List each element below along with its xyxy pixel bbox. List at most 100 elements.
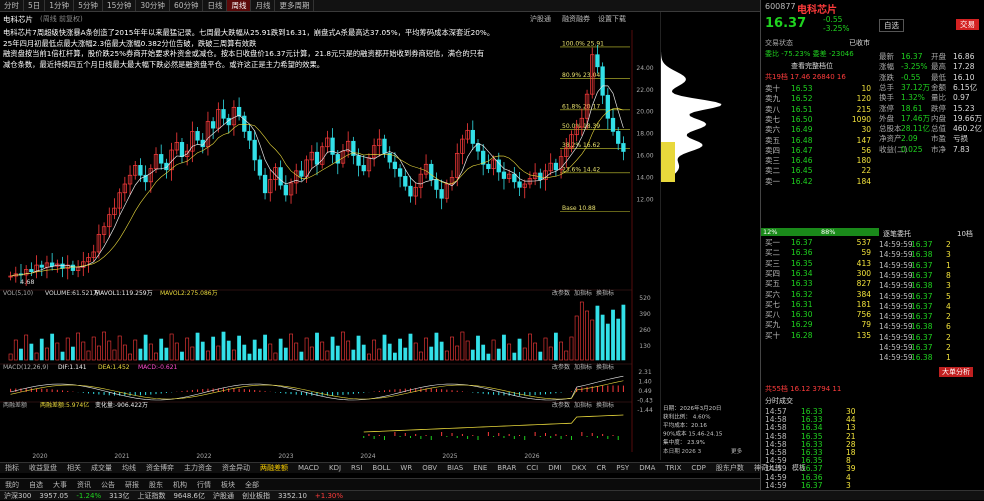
candle-body [403, 175, 408, 187]
volume-bar [585, 310, 589, 361]
volume-bar [86, 350, 91, 361]
period-tab-7[interactable]: 日线 [203, 0, 228, 11]
buy-level-price: 16.28 [791, 330, 813, 340]
info-tab-2[interactable]: 大事 [48, 479, 72, 490]
indicator-tab-0[interactable]: 指标 [0, 463, 24, 473]
period-tab-0[interactable]: 分时 [0, 0, 24, 11]
period-tab-2[interactable]: 1分钟 [45, 0, 75, 11]
candle-body [382, 138, 387, 154]
chart-mode-label: (周线 前复权) [40, 15, 83, 23]
buy-pct: 88% [821, 228, 836, 236]
indicator-tab-9[interactable]: MACD [293, 463, 324, 473]
period-tab-6[interactable]: 60分钟 [170, 0, 204, 11]
indicator-tab-10[interactable]: KDJ [324, 463, 346, 473]
stock-name-label: 电科芯片 [3, 15, 33, 24]
indicator-tab-26[interactable]: 股东户数 [711, 463, 749, 473]
info-tab-6[interactable]: 股东 [144, 479, 168, 490]
candle-body [553, 162, 559, 171]
indicator-tab-18[interactable]: CCI [521, 463, 543, 473]
candle-body [179, 142, 185, 157]
info-tab-9[interactable]: 板块 [216, 479, 240, 490]
indicator-tab-5[interactable]: 资金博弈 [141, 463, 179, 473]
period-tab-1[interactable]: 5日 [24, 0, 46, 11]
sell-level-label: 卖七 [765, 114, 780, 124]
indicator-tab-23[interactable]: DMA [634, 463, 660, 473]
tick-time: 14:59:59 [879, 301, 913, 311]
big-order-tab[interactable]: 大单分析 [939, 367, 973, 377]
panel-btn-1-0[interactable]: 改参数 [552, 363, 570, 371]
chart-area[interactable]: 100.0% 25.91 80.9% 23.04 61.8% 20.17 50.0% … [0, 12, 660, 460]
indicator-tab-1[interactable]: 收益复盘 [24, 463, 62, 473]
indicator-tab-16[interactable]: ENE [468, 463, 492, 473]
indicator-tab-24[interactable]: TRIX [660, 463, 686, 473]
indicator-tab-3[interactable]: 成交量 [86, 463, 117, 473]
info-tab-10[interactable]: 全部 [240, 479, 264, 490]
period-tab-4[interactable]: 15分钟 [103, 0, 137, 11]
indicator-tab-14[interactable]: OBV [417, 463, 442, 473]
indicator-tab-20[interactable]: DKX [567, 463, 592, 473]
panel-btn-0-1[interactable]: 加指标 [574, 289, 592, 297]
chip-info-1: 获利比例： 4.60% [663, 413, 711, 421]
candle-body [408, 185, 413, 197]
indicator-tab-15[interactable]: BIAS [442, 463, 468, 473]
settings-link[interactable]: 设置下载 [598, 14, 626, 24]
indicator-tab-21[interactable]: CR [591, 463, 611, 473]
panel-btn-1-1[interactable]: 加指标 [574, 363, 592, 371]
panel-btn-2-1[interactable]: 加指标 [574, 401, 592, 409]
panel-btn-1-2[interactable]: 换指标 [596, 363, 614, 371]
candle-body [616, 131, 621, 144]
add-watchlist-button[interactable]: 自选 [879, 19, 904, 32]
period-tab-9[interactable]: 月线 [251, 0, 276, 11]
indicator-tab-7[interactable]: 资金异动 [217, 463, 255, 473]
tick-volume: 3 [946, 250, 951, 260]
full-depth-link[interactable]: 查看完整档位 [791, 61, 833, 71]
indicator-tab-28[interactable]: 模板 [787, 463, 811, 473]
tick-time: 14:59:59 [879, 332, 913, 342]
period-tab-8[interactable]: 周线 [227, 0, 252, 11]
trade-button[interactable]: 交易 [956, 19, 979, 30]
indicator-tab-6[interactable]: 主力资金 [179, 463, 217, 473]
indicator-tab-2[interactable]: 相关 [62, 463, 86, 473]
kline-chart[interactable]: 100.0% 25.9180.9% 23.0461.8% 20.1750.0% … [0, 12, 660, 460]
indicator-tab-25[interactable]: CDP [686, 463, 711, 473]
period-tab-5[interactable]: 30分钟 [136, 0, 170, 11]
info-tab-3[interactable]: 资讯 [72, 479, 96, 490]
info-tab-8[interactable]: 行情 [192, 479, 216, 490]
panel-btn-0-0[interactable]: 改参数 [552, 289, 570, 297]
depth-toggle[interactable]: 10档 [957, 229, 973, 239]
panel-btn-2-2[interactable]: 换指标 [596, 401, 614, 409]
margin-link[interactable]: 融资融券 [562, 14, 590, 24]
sell-level-volume: 120 [856, 94, 871, 104]
quote-field-label: 涨跌 [879, 72, 894, 82]
panel-btn-0-2[interactable]: 换指标 [596, 289, 614, 297]
volume-bar [408, 333, 413, 361]
panel-btn-2-0[interactable]: 改参数 [552, 401, 570, 409]
indicator-tab-22[interactable]: PSY [611, 463, 634, 473]
info-tab-7[interactable]: 机构 [168, 479, 192, 490]
quote-field-label: 换手 [879, 93, 894, 103]
volume-bar [164, 347, 169, 361]
volume-bar [309, 346, 314, 361]
info-tab-5[interactable]: 研报 [120, 479, 144, 490]
hk-connect-link[interactable]: 沪股通 [530, 14, 551, 24]
quote-field-value: 15.23 [953, 103, 975, 113]
indicator-tab-12[interactable]: BOLL [367, 463, 395, 473]
info-tab-0[interactable]: 我的 [0, 479, 24, 490]
period-tab-3[interactable]: 5分钟 [74, 0, 103, 11]
indicator-tab-19[interactable]: DMI [543, 463, 567, 473]
info-tab-1[interactable]: 自选 [24, 479, 48, 490]
info-tab-4[interactable]: 公告 [96, 479, 120, 490]
volume-bar [200, 341, 205, 361]
indicator-tab-17[interactable]: BRAR [492, 463, 521, 473]
vol-axis-1: 390 [639, 311, 651, 318]
indicator-tab-4[interactable]: 均线 [117, 463, 141, 473]
indicator-tab-11[interactable]: RSI [346, 463, 367, 473]
indicator-tab-13[interactable]: WR [395, 463, 417, 473]
volume-bar [242, 344, 247, 361]
period-tab-10[interactable]: 更多周期 [275, 0, 315, 11]
tick-time: 14:59:59 [879, 312, 913, 322]
tick-volume: 5 [946, 291, 951, 301]
annotation-line-3: 融资盘按当前1倍杠杆算，股价跌25%券商开始要求补资金或减仓。按本日收盘价16.… [3, 49, 485, 58]
indicator-tab-27[interactable]: 神奇九转 [749, 463, 787, 473]
indicator-tab-8[interactable]: 两融差额 [255, 463, 293, 473]
